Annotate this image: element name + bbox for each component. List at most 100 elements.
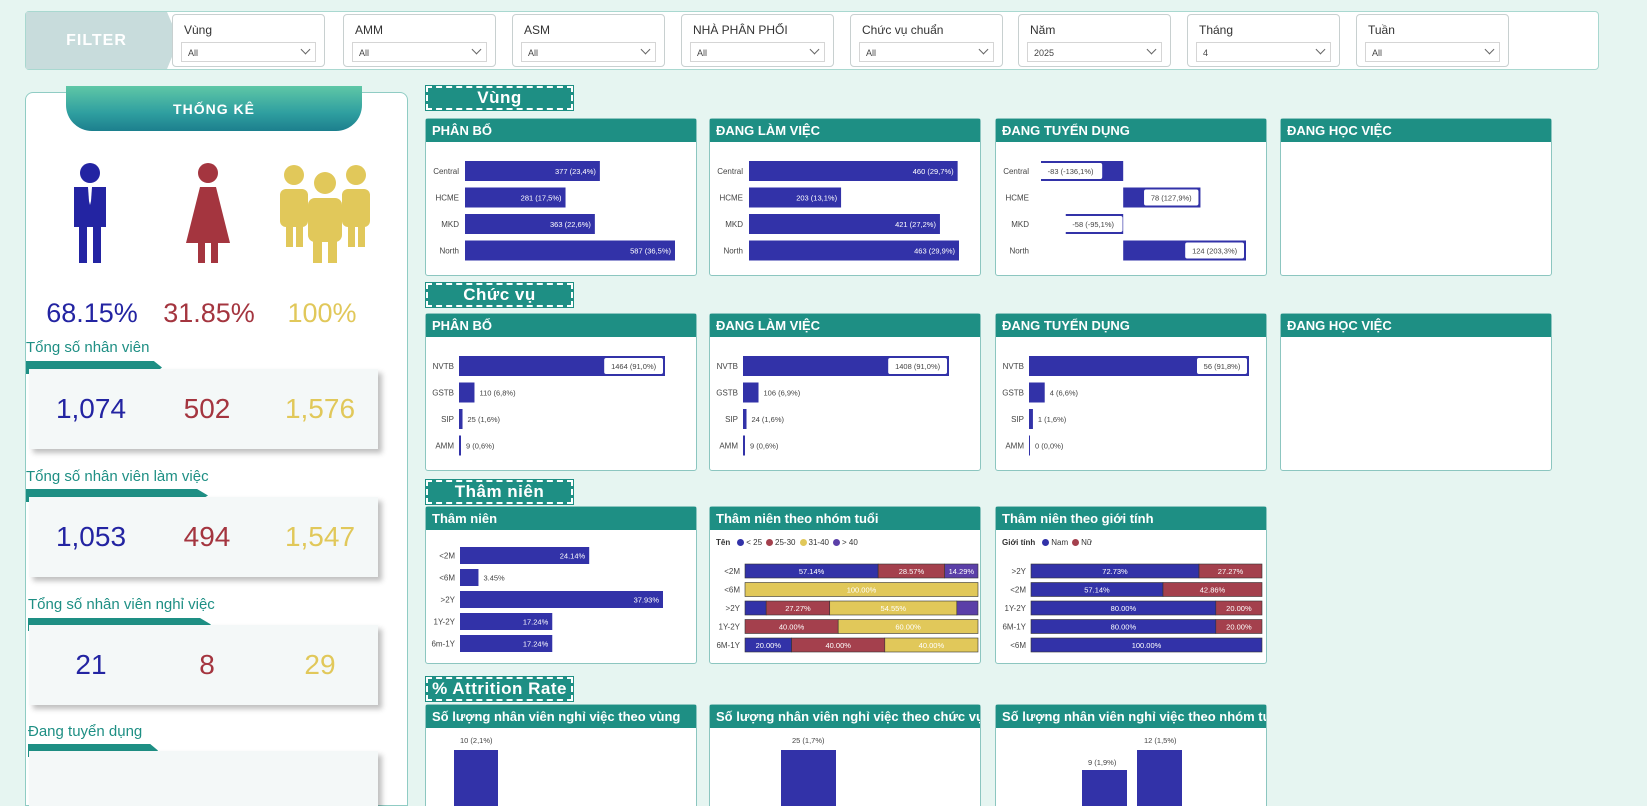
data-label: 25 (1,7%) [792,736,825,745]
data-label: 14.29% [949,567,975,576]
chevron-down-icon [300,44,311,55]
data-label: 54.55% [881,604,907,613]
bar[interactable] [781,750,836,806]
data-label: 421 (27,2%) [895,220,936,229]
bar[interactable] [1137,750,1182,806]
slicer-5[interactable]: Chức vụ chuẩn All [850,14,1003,67]
category-label: HCME [435,194,459,203]
bar[interactable] [459,409,463,429]
slicer-3[interactable]: ASM All [512,14,665,67]
bar[interactable] [454,750,498,806]
data-label: 40.00% [825,641,851,650]
slicer-8[interactable]: Tuần All [1356,14,1509,67]
slicer-dropdown[interactable]: All [181,42,316,62]
slicer-label: Chức vụ chuẩn [862,23,944,37]
category-label: 1Y-2Y [434,618,456,627]
bar[interactable] [1029,382,1045,403]
bar[interactable] [743,435,745,456]
category-label: <6M [724,586,740,595]
slicer-label: Tháng [1199,23,1234,37]
panel-title: Thâm niên [426,507,696,530]
data-label: 1 (1,6%) [1038,415,1067,424]
data-label: 24.14% [560,552,586,561]
slicer-dropdown[interactable]: All [859,42,994,62]
slicer-value: All [528,48,539,58]
chart-svg: Central 377 (23,4%) HCME 281 (17,5%) MKD 363 … [433,161,675,261]
category-label: 1Y-2Y [1005,604,1027,613]
panel-position-recruiting: ĐANG TUYỂN DỤNG NVTB 56 (91,8%) GSTB 4 (6,6%… [995,313,1267,471]
chevron-down-icon [1315,44,1326,55]
data-label: 25 (1,6%) [468,415,501,424]
category-label: SIP [1011,415,1024,424]
category-label: Central [717,167,743,176]
category-label: Central [433,167,459,176]
bar-segment[interactable] [744,600,767,616]
data-label: 17.24% [523,640,549,649]
panel-region-recruiting: ĐANG TUYỂN DỤNG Central -83 (-136,1%) HCME 7… [995,118,1267,276]
filter-tag: FILTER [26,12,179,69]
data-label: 3.45% [483,574,505,583]
bar[interactable] [460,569,479,586]
panel-position-allocation: PHÂN BỔ NVTB 1464 (91,0%) GSTB 110 (6,8%) SIP… [425,313,697,471]
chart-svg: 10 (2,1%) [454,736,498,806]
bar[interactable] [743,382,759,403]
total-staff-card: 1,074 502 1,576 [29,369,378,449]
panel-title: Thâm niên theo nhóm tuổi [710,507,980,530]
slicer-2[interactable]: AMM All [343,14,496,67]
total-staff-label: Tổng số nhân viên [26,339,150,356]
slicer-4[interactable]: NHÀ PHÂN PHỐI All [681,14,834,67]
bar[interactable] [460,591,663,608]
quit-staff-label: Tổng số nhân viên nghỉ việc [28,596,215,613]
bar[interactable] [1082,770,1127,806]
bar[interactable] [459,382,475,403]
data-label: 100.00% [1132,641,1162,650]
slicer-dropdown[interactable]: 4 [1196,42,1331,62]
category-label: NVTB [1003,362,1024,371]
panel-region-allocation: PHÂN BỔ Central 377 (23,4%) HCME 281 (17,5%)… [425,118,697,276]
bar[interactable] [1029,409,1033,429]
panel-title: PHÂN BỔ [426,314,696,337]
slicer-1[interactable]: Vùng All [172,14,325,67]
male-icon [74,163,106,263]
bar[interactable] [1029,435,1030,456]
bar[interactable] [459,435,461,456]
slicer-dropdown[interactable]: All [521,42,656,62]
data-label: 80.00% [1111,623,1137,632]
slicer-value: All [697,48,708,58]
category-label: MKD [1011,220,1029,229]
male-percent: 68.15% [46,298,138,328]
bar-segment[interactable] [956,600,979,616]
slicer-value: All [359,48,370,58]
slicer-label: Tuần [1368,23,1395,37]
stats-panel: THỐNG KÊ 68.15% 31.85% 100% Tổng số nhân… [25,86,408,806]
data-label: 4 (6,6%) [1050,389,1079,398]
panel-title: ĐANG HỌC VIỆC [1281,119,1551,142]
slicer-dropdown[interactable]: All [690,42,825,62]
slicer-label: Vùng [184,23,213,37]
slicer-dropdown[interactable]: All [352,42,487,62]
quit-staff-card: 21 8 29 [29,625,378,705]
category-label: GSTB [432,389,454,398]
data-label: 27.27% [1218,567,1244,576]
chevron-down-icon [1484,44,1495,55]
data-label: 80.00% [1111,604,1137,613]
slicer-6[interactable]: Năm 2025 [1018,14,1171,67]
stats-title: THỐNG KÊ [66,86,362,131]
category-label: AMM [1005,442,1024,451]
category-label: NVTB [717,362,738,371]
quit-all: 29 [304,649,336,680]
data-label: 203 (13,1%) [796,194,837,203]
chevron-down-icon [809,44,820,55]
bar[interactable] [743,409,747,429]
slicer-label: AMM [355,23,383,37]
slicer-dropdown[interactable]: All [1365,42,1500,62]
data-label: 463 (29,9%) [914,247,955,256]
data-label: 20.00% [1226,604,1252,613]
data-label: 106 (6,9%) [764,389,801,398]
slicer-label: Năm [1030,23,1056,37]
data-label: 9 (0,6%) [750,442,779,451]
slicer-dropdown[interactable]: 2025 [1027,42,1162,62]
chart-svg: Central 460 (29,7%) HCME 203 (13,1%) MKD 421 … [717,161,959,261]
category-label: 1Y-2Y [719,623,741,632]
slicer-7[interactable]: Tháng 4 [1187,14,1340,67]
